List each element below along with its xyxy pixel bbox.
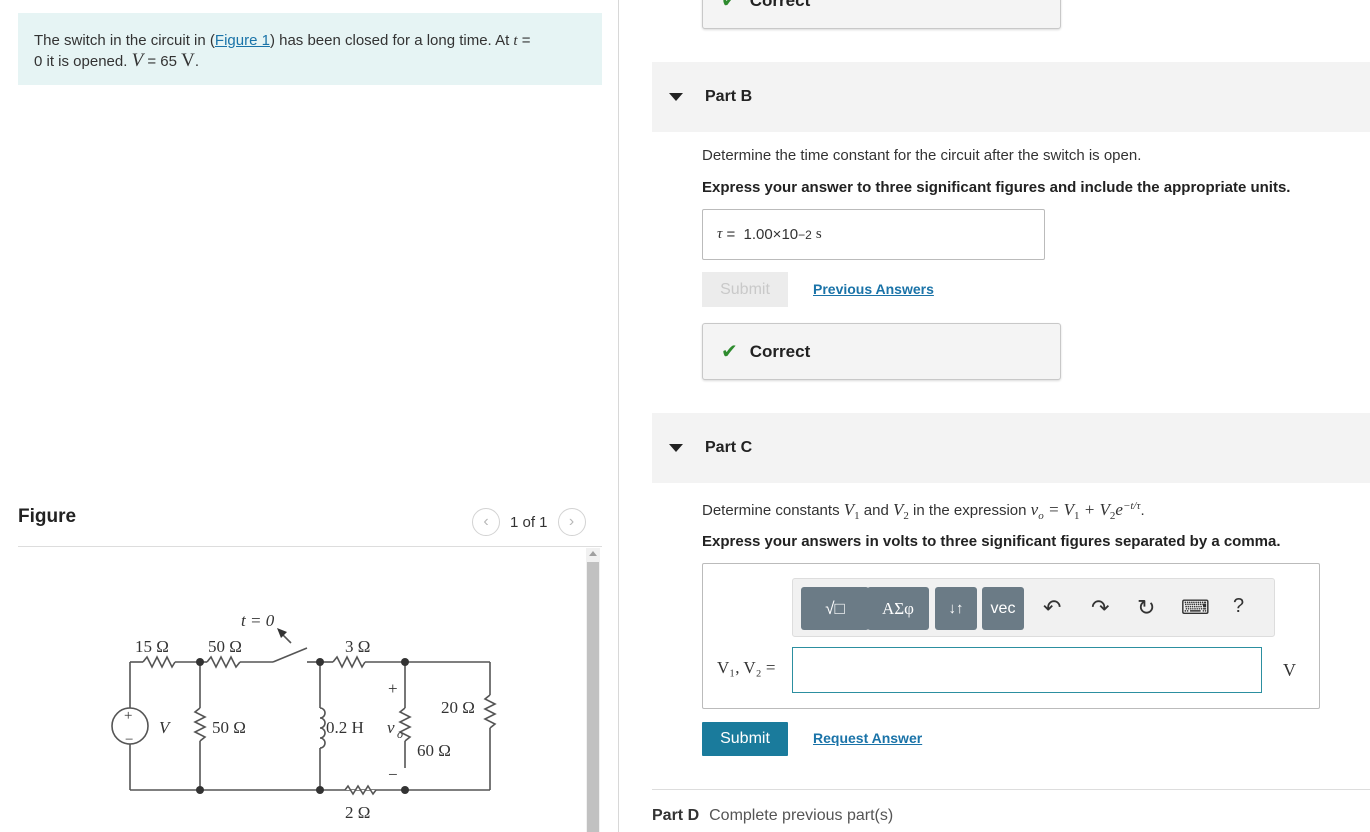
source-minus-label: −: [125, 732, 133, 748]
scroll-up-icon[interactable]: [589, 551, 597, 556]
caret-down-icon: [669, 444, 683, 452]
chevron-right-icon[interactable]: ›: [557, 508, 586, 536]
request-answer-link[interactable]: Request Answer: [813, 730, 922, 746]
partB-equals: =: [722, 226, 740, 243]
scroll-thumb[interactable]: [587, 562, 599, 832]
partB-instruction: Express your answer to three significant…: [702, 179, 1291, 196]
r50a-label: 50 Ω: [208, 637, 242, 656]
switch-label: t = 0: [241, 611, 275, 630]
partD-row: Part D Complete previous part(s): [652, 807, 893, 825]
partC-q-mid: in the expression: [908, 502, 1031, 519]
partB-feedback-label: Correct: [749, 341, 811, 361]
figure-heading: Figure: [18, 506, 77, 527]
vec-label: vec: [990, 599, 1016, 617]
math-toolbar: √□ ΑΣφ ↓↑ vec ↶ ↷ ↻ ⌨ ?: [792, 578, 1275, 637]
right-column: ✔ Correct Part B Determine the time cons…: [619, 0, 1370, 832]
caret-down-icon: [669, 93, 683, 101]
r60-label: 60 Ω: [417, 741, 451, 760]
r20-label: 20 Ω: [441, 698, 475, 717]
checkmark-icon: ✔: [721, 0, 738, 12]
subscript-button[interactable]: ↓↑: [935, 587, 977, 630]
partD-status: Complete previous part(s): [709, 807, 894, 824]
r2-label: 2 Ω: [345, 803, 370, 822]
figure-pager: ‹ 1 of 1 ›: [472, 508, 586, 536]
partB-submit-button[interactable]: Submit: [702, 272, 788, 307]
problem-text-3: 0 it is opened.: [34, 53, 132, 70]
template-icon: √□: [825, 598, 845, 618]
partB-header[interactable]: Part B: [652, 62, 1370, 132]
help-icon[interactable]: ?: [1233, 595, 1244, 618]
partC-and: and: [859, 502, 893, 519]
r15-label: 15 Ω: [135, 637, 169, 656]
partA-feedback: ✔ Correct: [702, 0, 1061, 29]
partD-title: Part D: [652, 807, 700, 824]
r3-label: 3 Ω: [345, 637, 370, 656]
source-plus-label: +: [124, 708, 132, 724]
partC-answer-box: √□ ΑΣφ ↓↑ vec ↶ ↷ ↻ ⌨ ? V₁, V₂ = V: [702, 563, 1320, 709]
circuit-diagram: t = 0 15 Ω 50 Ω 3 Ω + 20 Ω + − V 50 Ω 0.…: [111, 611, 497, 822]
problem-text-2: ) has been closed for a long time. At: [269, 32, 514, 49]
period: .: [194, 53, 200, 70]
partB-question: Determine the time constant for the circ…: [702, 147, 1142, 164]
v-variable: V: [131, 50, 144, 71]
partC-instruction: Express your answers in volts to three s…: [702, 533, 1281, 550]
v-unit: V: [181, 50, 195, 71]
expr-end: .: [1140, 502, 1145, 519]
partB-answer-exponent: −2: [798, 227, 812, 242]
problem-text: The switch in the circuit in (: [34, 32, 215, 49]
inductor-label: 0.2 H: [326, 718, 364, 737]
partC-q-prefix: Determine constants: [702, 502, 844, 519]
checkmark-icon: ✔: [721, 341, 738, 363]
vec-button[interactable]: vec: [982, 587, 1024, 630]
partC-question: Determine constants V1 and V2 in the exp…: [702, 500, 1145, 522]
figure-divider: [18, 546, 602, 547]
keyboard-icon[interactable]: ⌨: [1181, 595, 1210, 620]
v-value: = 65: [143, 53, 182, 70]
previous-answers-link[interactable]: Previous Answers: [813, 281, 934, 297]
expr-exp: −t/τ: [1122, 500, 1141, 512]
partC-answer-input[interactable]: [792, 647, 1262, 693]
partB-answer-value: 1.00×10: [743, 226, 799, 243]
greek-button[interactable]: ΑΣφ: [867, 587, 929, 630]
redo-icon[interactable]: ↷: [1091, 595, 1109, 621]
arrows-icon: ↓↑: [948, 600, 964, 617]
partC-submit-button[interactable]: Submit: [702, 722, 788, 756]
equals: =: [517, 32, 531, 49]
reset-icon[interactable]: ↻: [1137, 595, 1155, 621]
r50b-label: 50 Ω: [212, 718, 246, 737]
vo-label: v: [387, 718, 395, 737]
figure-link[interactable]: Figure 1: [215, 32, 270, 49]
figure-page-count: 1 of 1: [510, 513, 548, 531]
greek-label: ΑΣφ: [882, 598, 914, 618]
left-column: The switch in the circuit in (Figure 1) …: [0, 0, 618, 832]
partC-header[interactable]: Part C: [652, 413, 1370, 483]
partC-title: Part C: [705, 439, 753, 456]
problem-statement: The switch in the circuit in (Figure 1) …: [18, 13, 602, 85]
figure-scrollbar[interactable]: [586, 548, 600, 832]
v2-var: V: [893, 500, 904, 519]
partB-answer-unit: s: [815, 226, 822, 242]
minus-bottom-label: −: [388, 765, 398, 784]
partA-feedback-label: Correct: [749, 0, 811, 10]
template-button[interactable]: √□: [801, 587, 869, 630]
partC-input-label: V₁, V₂ =: [717, 658, 776, 677]
vo-sub-label: o: [397, 727, 403, 741]
source-label: V: [159, 718, 172, 737]
expr-e: e: [1115, 500, 1123, 519]
undo-icon[interactable]: ↶: [1043, 595, 1061, 621]
plus-top-label: +: [388, 679, 398, 698]
partB-title: Part B: [705, 88, 753, 105]
partD-divider: [652, 789, 1370, 790]
partB-feedback: ✔ Correct: [702, 323, 1061, 380]
expr-v2: + V: [1079, 500, 1110, 519]
partC-unit: V: [1283, 660, 1296, 680]
chevron-left-icon[interactable]: ‹: [472, 508, 500, 536]
expr-v1: = V: [1043, 500, 1075, 519]
partB-answer-box: τ = 1.00×10 −2 s: [702, 209, 1045, 260]
v1-var: V: [843, 500, 855, 519]
